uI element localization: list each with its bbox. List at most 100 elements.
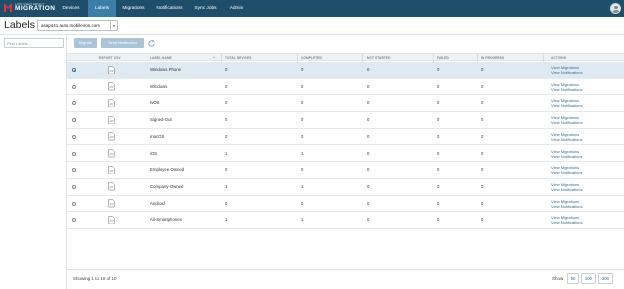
send-notification-button[interactable]: Send Notification	[101, 38, 144, 48]
not-started-cell: 0	[367, 83, 370, 89]
export-csv-icon[interactable]	[108, 132, 115, 141]
export-csv-icon[interactable]	[108, 115, 115, 125]
row-select-radio[interactable]	[72, 68, 76, 72]
row-select-radio[interactable]	[72, 201, 76, 206]
total-devices-cell: 0	[225, 200, 228, 206]
row-actions: View Migrations View Notifications	[551, 165, 583, 175]
page-size-label: Show	[552, 276, 564, 281]
view-notifications-link[interactable]: View Notifications	[551, 170, 583, 175]
row-select-radio[interactable]	[72, 134, 76, 139]
row-actions: View Migrations View Notifications	[551, 149, 583, 159]
view-notifications-link[interactable]: View Notifications	[551, 87, 583, 92]
row-select-radio[interactable]	[72, 168, 76, 173]
view-notifications-link[interactable]: View Notifications	[551, 204, 583, 209]
view-migrations-link[interactable]: View Migrations	[551, 82, 583, 87]
failed-cell: 0	[437, 200, 440, 206]
export-csv-icon[interactable]	[108, 165, 115, 175]
page-size-100-button[interactable]: 100	[581, 273, 596, 284]
showing-count-text: Showing 1 to 10 of 10	[73, 276, 117, 281]
col-header-label-name[interactable]: LABEL NAME	[150, 54, 172, 62]
export-csv-icon[interactable]	[108, 199, 115, 208]
col-header-export-csv[interactable]: EXPORT CSV	[99, 54, 121, 62]
brand-logo[interactable]: LOW USER IMPACT MIGRATION	[4, 3, 55, 13]
view-migrations-link[interactable]: View Migrations	[551, 149, 583, 154]
table-row[interactable]: Signed-Out 0 0 0 0 0 View Migrations Vie…	[67, 112, 624, 129]
view-migrations-link[interactable]: View Migrations	[551, 199, 583, 204]
table-row[interactable]: All-Smartphones 1 1 0 0 0 View Migration…	[67, 212, 624, 229]
not-started-cell: 0	[367, 167, 370, 173]
table-row[interactable]: macOS 0 0 0 0 0 View Migrations View Not…	[67, 129, 624, 146]
failed-cell: 0	[437, 150, 440, 156]
table-row[interactable]: Company-Owned 1 1 0 0 0 View Migrations …	[67, 179, 624, 196]
nav-tab-sync-jobs[interactable]: Sync Jobs	[190, 0, 221, 17]
export-csv-icon[interactable]	[108, 182, 115, 191]
label-name-cell: macOS	[150, 133, 165, 139]
failed-cell: 0	[437, 183, 440, 189]
export-csv-icon[interactable]	[108, 99, 115, 108]
table-row[interactable]: Windows 0 0 0 0 0 View Migrations View N…	[67, 79, 624, 96]
page-size-50-button[interactable]: 50	[567, 273, 579, 284]
nav-tab-admin[interactable]: Admin	[223, 0, 250, 17]
row-actions: View Migrations View Notifications	[551, 82, 583, 92]
in-progress-cell: 0	[481, 217, 484, 223]
server-select[interactable]: asap441.auto.mobileiron.com	[37, 20, 118, 31]
not-started-cell: 0	[367, 150, 370, 156]
row-actions: View Migrations View Notifications	[551, 115, 583, 125]
total-devices-cell: 0	[225, 117, 228, 123]
table-row[interactable]: tvOS 0 0 0 0 0 View Migrations View Noti…	[67, 95, 624, 113]
in-progress-cell: 0	[481, 200, 484, 206]
col-header-in-progress[interactable]: IN PROGRESS	[481, 54, 504, 62]
table-header: EXPORT CSV LABEL NAME TOTAL DEVICES COMP…	[67, 53, 624, 62]
failed-cell: 0	[437, 117, 440, 123]
total-devices-cell: 0	[225, 67, 228, 72]
table-row[interactable]: iOS 1 1 0 0 0 View Migrations View Notif…	[67, 146, 624, 163]
refresh-icon[interactable]	[147, 39, 156, 48]
in-progress-cell: 0	[481, 167, 484, 173]
completed-cell: 0	[301, 83, 304, 89]
nav-tab-devices[interactable]: Devices	[57, 0, 85, 17]
table-row[interactable]: Employee-Owned 0 0 0 0 0 View Migrations…	[67, 162, 624, 179]
not-started-cell: 0	[367, 133, 370, 139]
migrate-button[interactable]: Migrate	[74, 38, 97, 48]
user-avatar-icon[interactable]	[610, 3, 621, 14]
table-footer: Showing 1 to 10 of 10 Show 50 100 200	[67, 269, 624, 289]
nav-tab-migrations[interactable]: Migrations	[117, 0, 150, 17]
not-started-cell: 0	[367, 67, 370, 72]
export-csv-icon[interactable]	[108, 216, 115, 225]
table-row[interactable]: Windows Phone 0 0 0 0 0 View Migrations …	[67, 62, 624, 79]
not-started-cell: 0	[367, 117, 370, 123]
view-notifications-link[interactable]: View Notifications	[551, 137, 583, 142]
in-progress-cell: 0	[481, 133, 484, 139]
col-header-not-started[interactable]: NOT STARTED	[367, 54, 391, 62]
sort-desc-icon[interactable]	[213, 57, 215, 58]
col-header-failed[interactable]: FAILED	[437, 54, 449, 62]
table-row[interactable]: Android 0 0 0 0 0 View Migrations View N…	[67, 196, 624, 213]
label-name-cell: Signed-Out	[150, 117, 172, 123]
not-started-cell: 0	[367, 217, 370, 223]
nav-tab-notifications[interactable]: Notifications	[151, 0, 188, 17]
row-select-radio[interactable]	[72, 151, 76, 156]
row-select-radio[interactable]	[72, 118, 76, 123]
view-notifications-link[interactable]: View Notifications	[551, 103, 583, 108]
col-header-completed[interactable]: COMPLETED	[301, 54, 322, 62]
find-labels-input[interactable]	[4, 38, 64, 48]
view-notifications-link[interactable]: View Notifications	[551, 120, 583, 125]
view-notifications-link[interactable]: View Notifications	[551, 154, 583, 159]
view-notifications-link[interactable]: View Notifications	[551, 70, 583, 75]
col-header-total-devices[interactable]: TOTAL DEVICES	[225, 54, 251, 62]
row-select-radio[interactable]	[72, 218, 76, 223]
row-select-radio[interactable]	[72, 101, 76, 106]
export-csv-icon[interactable]	[108, 82, 115, 91]
nav-tab-labels[interactable]: Labels	[88, 0, 116, 17]
row-actions: View Migrations View Notifications	[551, 182, 583, 192]
view-notifications-link[interactable]: View Notifications	[551, 187, 583, 192]
toolbar: Migrate Send Notification	[67, 36, 624, 50]
total-devices-cell: 1	[225, 217, 228, 223]
row-select-radio[interactable]	[72, 84, 76, 89]
page-size-200-button[interactable]: 200	[598, 273, 613, 284]
completed-cell: 1	[301, 217, 304, 223]
export-csv-icon[interactable]	[108, 65, 115, 75]
view-notifications-link[interactable]: View Notifications	[551, 220, 583, 225]
export-csv-icon[interactable]	[108, 149, 115, 158]
row-select-radio[interactable]	[72, 184, 76, 189]
